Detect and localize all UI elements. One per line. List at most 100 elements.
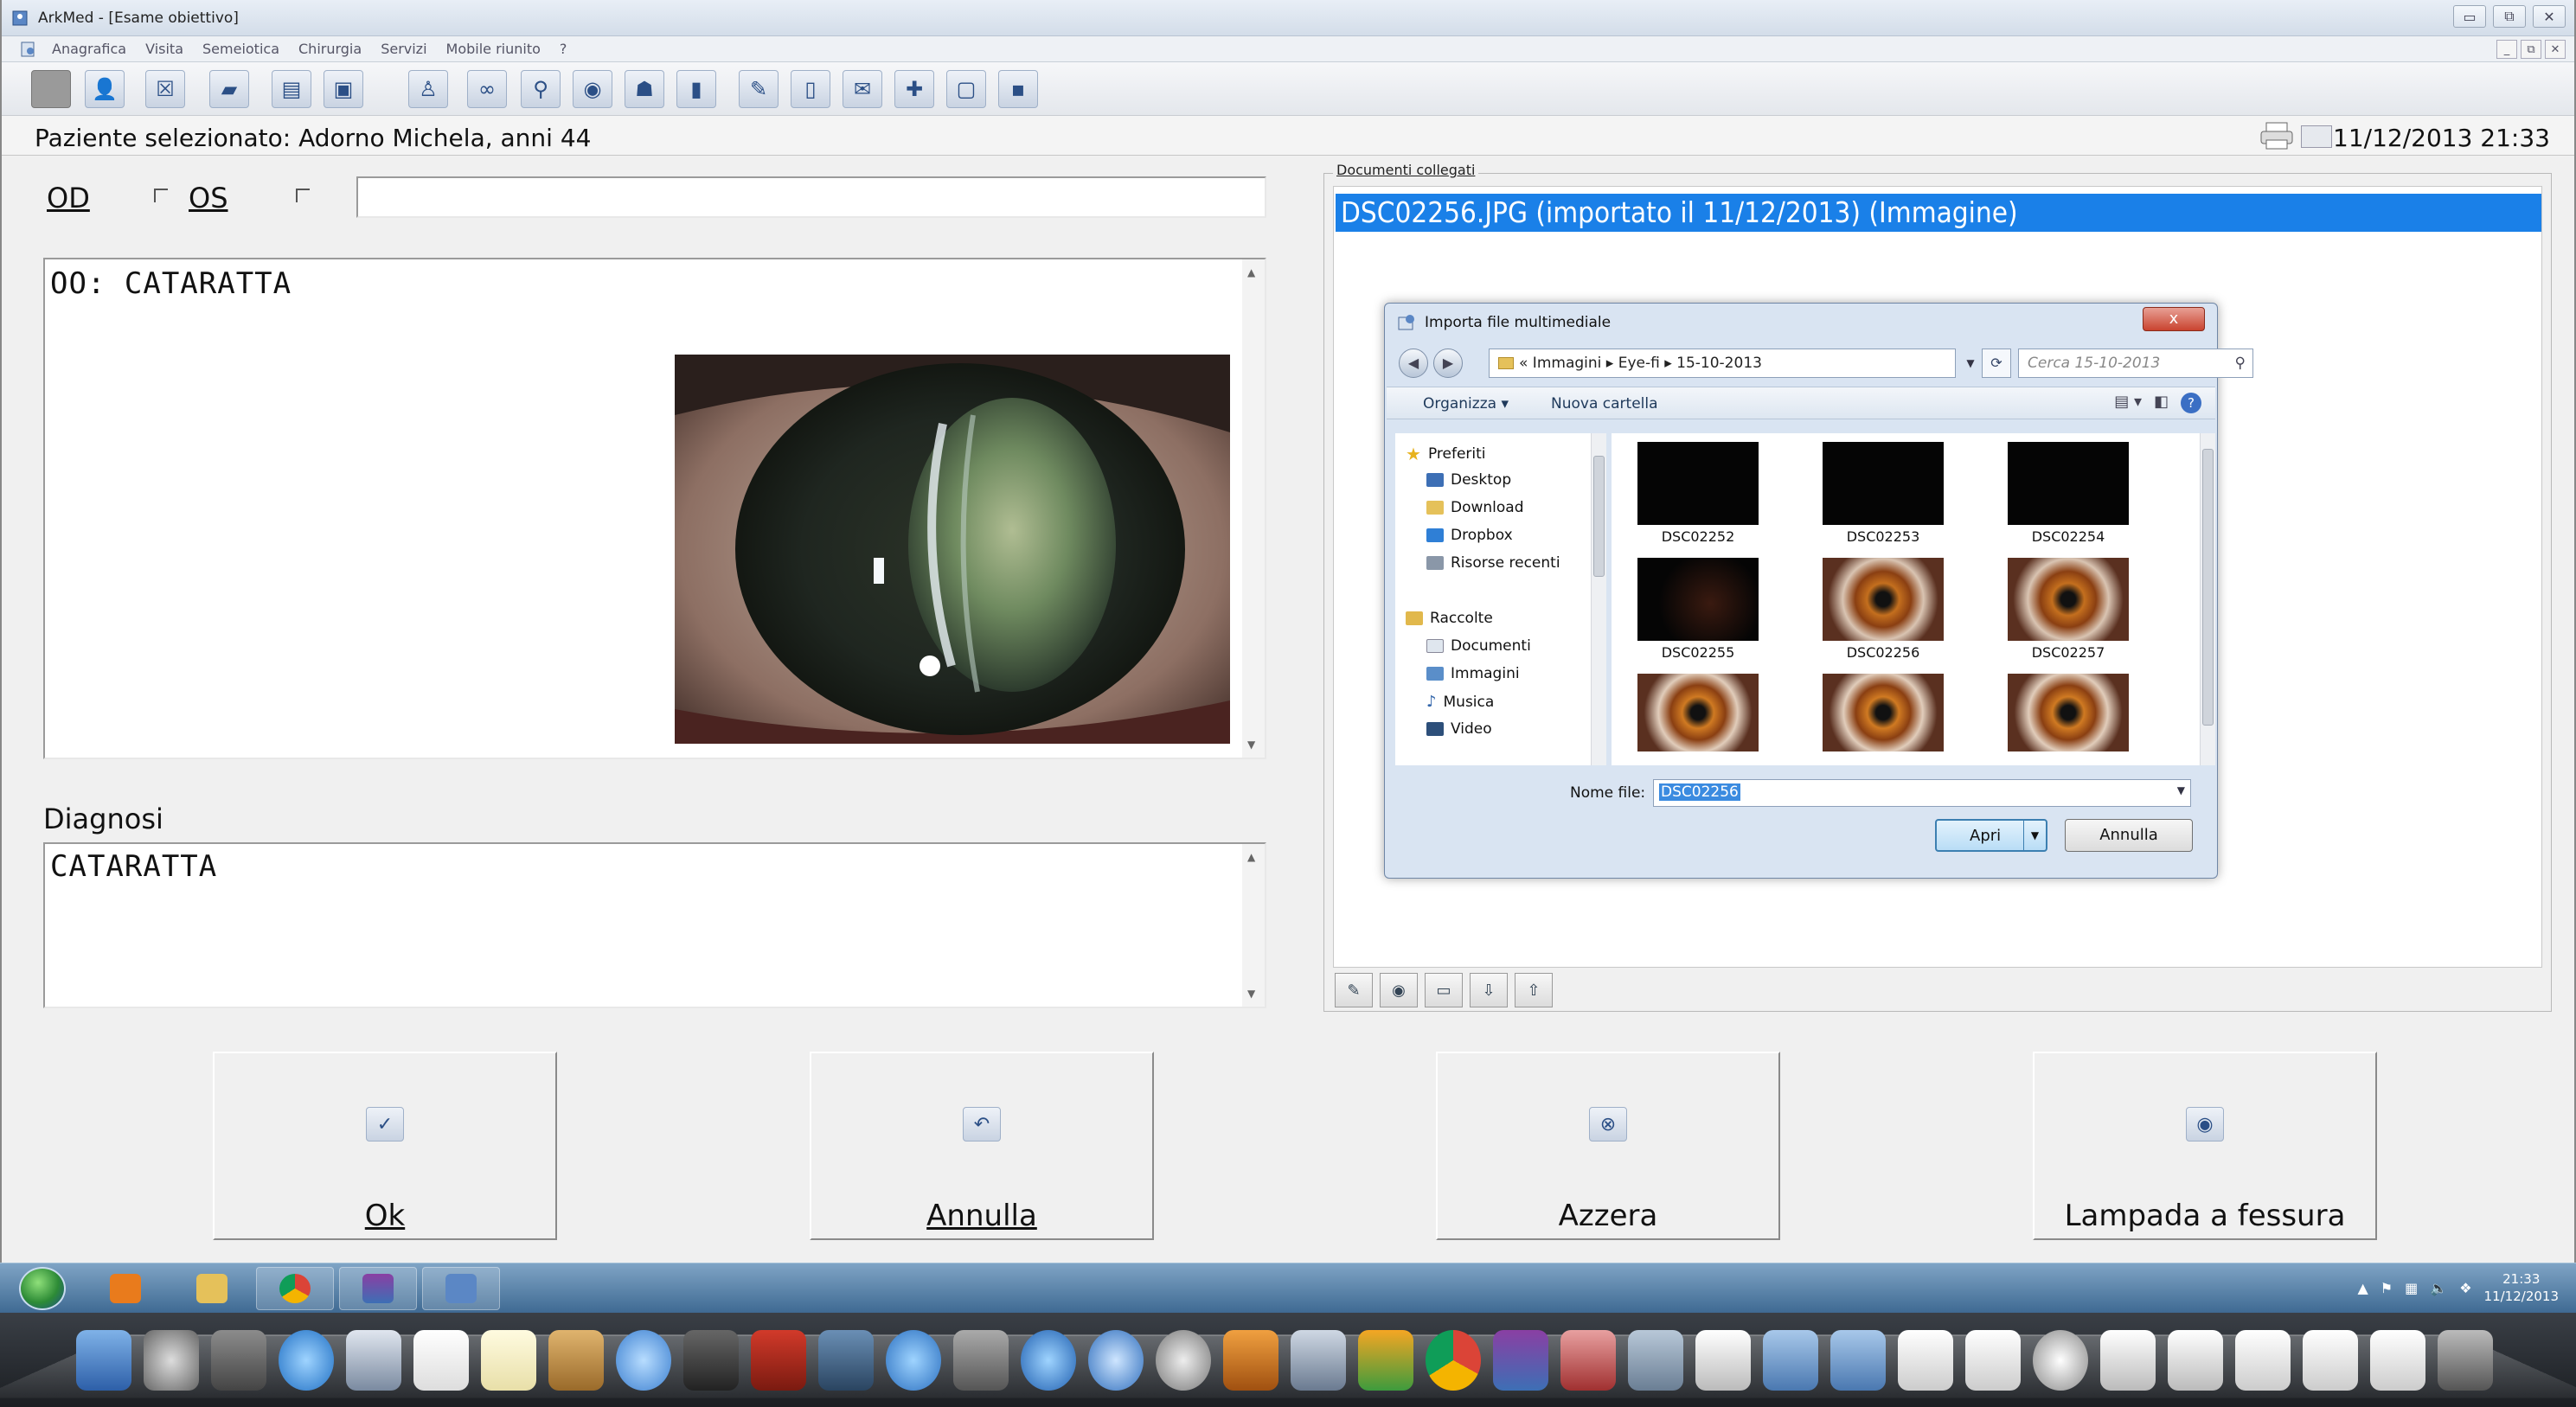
address-bar[interactable]: « Immagini ▸ Eye-fi ▸ 15-10-2013 <box>1489 349 1956 378</box>
book-button[interactable]: ▯ <box>791 70 830 108</box>
clipboard-button[interactable]: ▮ <box>676 70 716 108</box>
blank-button[interactable] <box>31 70 71 108</box>
os-checkbox[interactable] <box>296 189 310 202</box>
file-thumbnail-dsc02255[interactable] <box>1637 558 1759 641</box>
forward-icon[interactable]: ▶ <box>1433 349 1463 378</box>
organize-menu[interactable]: Organizza ▾ <box>1423 395 1509 413</box>
presentation-icon[interactable] <box>1223 1330 1278 1391</box>
file-thumbnail-dsc02253[interactable] <box>1823 442 1944 525</box>
slit-lamp-button[interactable]: ◉ Lampada a fessura <box>2033 1052 2377 1240</box>
nav-favorites[interactable]: ★ Preferiti <box>1406 444 1486 464</box>
utility-icon[interactable] <box>1088 1330 1144 1391</box>
filename-dropdown-icon[interactable]: ▼ <box>2177 784 2185 796</box>
menu-chirurgia[interactable]: Chirurgia <box>298 41 362 57</box>
applications-folder-icon[interactable] <box>1763 1330 1818 1391</box>
help-icon[interactable]: ? <box>2181 393 2201 413</box>
patient-button[interactable]: 👤 <box>85 70 125 108</box>
stack-icon-6[interactable] <box>2303 1330 2358 1391</box>
navigation-scroll-thumb[interactable] <box>1593 456 1605 577</box>
mdi-minimize-button[interactable]: _ <box>2496 40 2517 59</box>
ok-button[interactable]: ✓ Ok <box>213 1052 557 1240</box>
import-document-icon[interactable]: ⇩ <box>1470 973 1508 1007</box>
file-thumbnail-dsc02252[interactable] <box>1637 442 1759 525</box>
exam-input[interactable] <box>356 176 1266 218</box>
file-thumbnail-dsc02257[interactable] <box>2008 558 2129 641</box>
binoculars-button[interactable]: ∞ <box>467 70 507 108</box>
calendar-icon[interactable] <box>2301 125 2332 148</box>
parallels-icon[interactable] <box>1560 1330 1616 1391</box>
view-document-icon[interactable]: ◉ <box>1380 973 1418 1007</box>
address-dropdown-icon[interactable]: ▼ <box>1959 349 1982 378</box>
close-button[interactable]: ✕ <box>2533 5 2566 28</box>
minimize-button[interactable]: ▭ <box>2453 5 2486 28</box>
scroll-up-icon[interactable]: ▲ <box>1247 266 1255 278</box>
screen-icon[interactable] <box>2370 1330 2425 1391</box>
volume-icon[interactable]: 🔈 <box>2430 1280 2447 1296</box>
mail-button[interactable]: ✉ <box>843 70 882 108</box>
notes-icon[interactable] <box>481 1330 536 1391</box>
document-button[interactable]: ▢ <box>946 70 986 108</box>
finder-icon[interactable] <box>76 1330 131 1391</box>
nav-libraries[interactable]: Raccolte <box>1406 610 1493 627</box>
stack-icon-3[interactable] <box>2100 1330 2156 1391</box>
launchpad-icon[interactable] <box>144 1330 199 1391</box>
itunes-icon[interactable] <box>886 1330 941 1391</box>
menu-visita[interactable]: Visita <box>145 41 183 57</box>
medical-kit-button[interactable]: ✚ <box>894 70 934 108</box>
taskbar-explorer[interactable] <box>173 1267 251 1310</box>
preview-pane-icon[interactable]: ◧ <box>2154 393 2169 413</box>
diagnosis-textarea[interactable]: CATARATTA ▲ ▼ <box>43 842 1266 1008</box>
mdi-close-button[interactable]: ✕ <box>2545 40 2566 59</box>
eye-button[interactable]: ◉ <box>573 70 612 108</box>
scroll-down-icon[interactable]: ▼ <box>1247 739 1255 751</box>
file-thumbnail-row3-b[interactable] <box>1823 674 1944 751</box>
edit-document-icon[interactable]: ✎ <box>1335 973 1373 1007</box>
close-record-button[interactable]: ☒ <box>145 70 185 108</box>
magnifier-button[interactable]: ⚲ <box>521 70 561 108</box>
card-button[interactable]: ▣ <box>324 70 363 108</box>
camera-icon[interactable] <box>1628 1330 1683 1391</box>
documents-folder-icon[interactable] <box>1830 1330 1886 1391</box>
dropbox-tray-icon[interactable]: ❖ <box>2459 1280 2471 1296</box>
list-button[interactable]: ▤ <box>272 70 311 108</box>
files-scrollbar[interactable] <box>2200 433 2215 765</box>
mission-control-icon[interactable] <box>211 1330 266 1391</box>
2x-icon[interactable] <box>1695 1330 1751 1391</box>
messages-icon[interactable] <box>616 1330 671 1391</box>
filename-input[interactable]: DSC02256 ▼ <box>1653 779 2191 807</box>
taskbar-clock[interactable]: 21:33 11/12/2013 <box>2484 1270 2559 1305</box>
nav-music[interactable]: ♪ Musica <box>1426 693 1494 711</box>
document-list-item-selected[interactable]: DSC02256.JPG (importato il 11/12/2013) (… <box>1336 194 2541 232</box>
export-document-icon[interactable]: ⇧ <box>1515 973 1553 1007</box>
iphoto-icon[interactable] <box>818 1330 874 1391</box>
open-button[interactable]: Apri ▼ <box>1935 819 2047 852</box>
notes-scrollbar[interactable]: ▲ ▼ <box>1242 259 1265 758</box>
group-button[interactable]: ☗ <box>625 70 664 108</box>
search-input[interactable]: Cerca 15-10-2013 ⚲ <box>2018 349 2253 378</box>
navigation-scrollbar[interactable] <box>1591 433 1606 765</box>
stack-icon-5[interactable] <box>2235 1330 2291 1391</box>
nav-desktop[interactable]: Desktop <box>1426 471 1511 489</box>
diagnosis-scrollbar[interactable]: ▲ ▼ <box>1242 844 1265 1007</box>
dialog-cancel-button[interactable]: Annulla <box>2065 819 2193 852</box>
system-preferences-icon[interactable] <box>953 1330 1009 1391</box>
mail-icon[interactable] <box>346 1330 401 1391</box>
taskbar-arkmed[interactable] <box>422 1267 500 1310</box>
menu-anagrafica[interactable]: Anagrafica <box>52 41 126 57</box>
scroll-up-icon[interactable]: ▲ <box>1247 851 1255 863</box>
menu-mobile-riunito[interactable]: Mobile riunito <box>446 41 541 57</box>
nav-dropbox[interactable]: Dropbox <box>1426 527 1513 544</box>
pencil-button[interactable]: ✎ <box>739 70 779 108</box>
refresh-icon[interactable]: ⟳ <box>1982 349 2011 378</box>
calendar-icon[interactable] <box>413 1330 469 1391</box>
person-button[interactable]: ♙ <box>408 70 448 108</box>
files-scroll-thumb[interactable] <box>2202 449 2214 726</box>
dialog-close-button[interactable]: x <box>2143 307 2205 331</box>
menu-servizi[interactable]: Servizi <box>381 41 426 57</box>
safari-icon[interactable] <box>279 1330 334 1391</box>
file-thumbnail-row3-c[interactable] <box>2008 674 2129 751</box>
chrome-icon[interactable] <box>1426 1330 1481 1391</box>
nav-video[interactable]: Video <box>1426 720 1492 738</box>
view-mode-icon[interactable]: ▤ ▾ <box>2114 393 2142 413</box>
archive-icon[interactable] <box>1493 1330 1548 1391</box>
